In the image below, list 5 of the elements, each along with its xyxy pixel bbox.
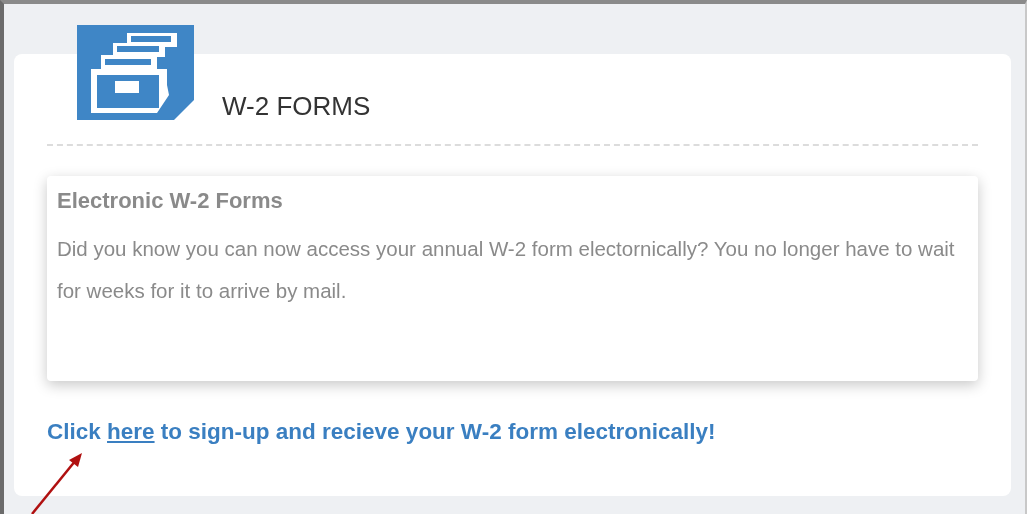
notice-heading: Electronic W-2 Forms	[57, 188, 284, 214]
sign-up-message: Click here to sign-up and recieve your W-2 form electronically!	[47, 419, 717, 445]
page-title: W-2 FORMS	[222, 91, 371, 122]
here-link[interactable]: here	[107, 419, 155, 444]
notice-text: Did you know you can now access your annual W-2 form electornically? You no longer have to wait for weeks for it to arrive by mail.	[57, 236, 956, 304]
